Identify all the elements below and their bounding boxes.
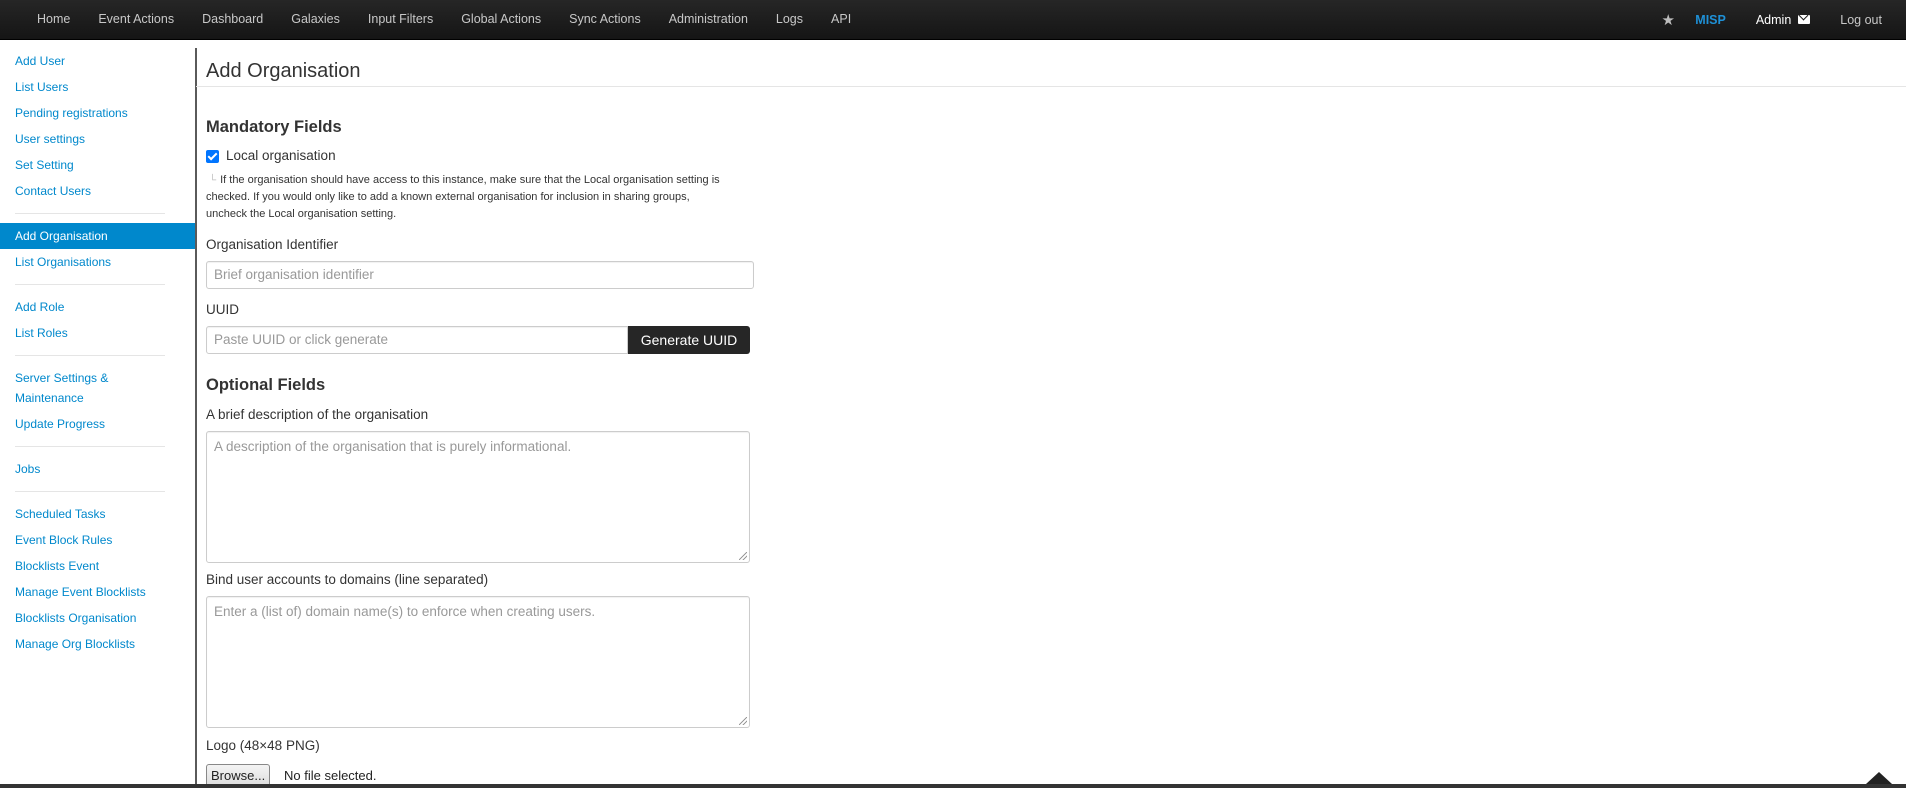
- top-navbar: Home Event Actions Dashboard Galaxies In…: [0, 0, 1906, 40]
- description-placeholder: A description of the organisation that i…: [214, 439, 572, 454]
- sidebar-item-add-user[interactable]: Add User: [0, 48, 195, 74]
- scroll-top-icon[interactable]: [1866, 772, 1892, 784]
- domains-textarea[interactable]: Enter a (list of) domain name(s) to enfo…: [206, 596, 750, 728]
- envelope-icon: [1798, 15, 1811, 24]
- sidebar-item-jobs[interactable]: Jobs: [0, 456, 195, 482]
- sidebar-item-event-block-rules[interactable]: Event Block Rules: [0, 527, 195, 553]
- sidebar-item-pending-registrations[interactable]: Pending registrations: [0, 100, 195, 126]
- main-menu: Home Event Actions Dashboard Galaxies In…: [23, 0, 865, 39]
- local-organisation-help: └ If the organisation should have access …: [206, 174, 720, 220]
- sidebar: Add User List Users Pending registration…: [0, 48, 197, 788]
- nav-global-actions[interactable]: Global Actions: [447, 0, 555, 39]
- nav-dashboard[interactable]: Dashboard: [188, 0, 277, 39]
- logout-link[interactable]: Log out: [1840, 13, 1882, 27]
- sidebar-item-manage-org-blocklists[interactable]: Manage Org Blocklists: [0, 631, 195, 657]
- user-menu: ★ MISP Admin Log out: [1653, 0, 1906, 39]
- nav-sync-actions[interactable]: Sync Actions: [555, 0, 655, 39]
- sidebar-item-update-progress[interactable]: Update Progress: [0, 411, 195, 437]
- sidebar-divider: [15, 213, 165, 214]
- sidebar-item-list-users[interactable]: List Users: [0, 74, 195, 100]
- sidebar-item-list-organisations[interactable]: List Organisations: [0, 249, 195, 275]
- nav-event-actions[interactable]: Event Actions: [84, 0, 188, 39]
- sidebar-item-set-setting[interactable]: Set Setting: [0, 152, 195, 178]
- title-divider: [196, 86, 1906, 87]
- user-name: Admin: [1755, 12, 1792, 27]
- sidebar-item-list-roles[interactable]: List Roles: [0, 320, 195, 346]
- org-identifier-input[interactable]: Brief organisation identifier: [206, 261, 754, 289]
- main-content: Add Organisation Mandatory Fields Local …: [196, 48, 1906, 788]
- optional-fields-heading: Optional Fields: [206, 376, 326, 394]
- description-textarea[interactable]: A description of the organisation that i…: [206, 431, 750, 563]
- sidebar-item-server-settings[interactable]: Server Settings & Maintenance: [0, 365, 140, 411]
- description-label: A brief description of the organisation: [206, 407, 429, 422]
- nav-logs[interactable]: Logs: [762, 0, 817, 39]
- sidebar-item-blocklists-event[interactable]: Blocklists Event: [0, 553, 195, 579]
- local-organisation-label: Local organisation: [226, 148, 336, 163]
- star-icon[interactable]: ★: [1653, 11, 1683, 29]
- page-title: Add Organisation: [206, 60, 361, 82]
- nav-input-filters[interactable]: Input Filters: [354, 0, 447, 39]
- bottom-bar: [0, 784, 1906, 788]
- sidebar-item-contact-users[interactable]: Contact Users: [0, 178, 195, 204]
- domains-placeholder: Enter a (list of) domain name(s) to enfo…: [214, 604, 596, 619]
- sidebar-item-manage-event-blocklists[interactable]: Manage Event Blocklists: [0, 579, 195, 605]
- sidebar-item-add-organisation[interactable]: Add Organisation: [0, 223, 195, 249]
- uuid-label: UUID: [206, 302, 239, 317]
- nav-galaxies[interactable]: Galaxies: [277, 0, 354, 39]
- sidebar-item-add-role[interactable]: Add Role: [0, 294, 195, 320]
- tree-branch-icon: └: [209, 175, 217, 186]
- org-identifier-label: Organisation Identifier: [206, 237, 339, 252]
- sidebar-item-user-settings[interactable]: User settings: [0, 126, 195, 152]
- local-organisation-checkbox[interactable]: [206, 150, 219, 163]
- mandatory-fields-heading: Mandatory Fields: [206, 118, 342, 136]
- sidebar-item-scheduled-tasks[interactable]: Scheduled Tasks: [0, 501, 195, 527]
- uuid-input[interactable]: Paste UUID or click generate: [206, 326, 628, 354]
- sidebar-item-blocklists-organisation[interactable]: Blocklists Organisation: [0, 605, 195, 631]
- nav-api[interactable]: API: [817, 0, 865, 39]
- sidebar-divider: [15, 355, 165, 356]
- brand-link[interactable]: MISP: [1695, 13, 1726, 27]
- user-account-link[interactable]: Admin: [1755, 12, 1811, 27]
- resize-handle[interactable]: [739, 717, 747, 725]
- domains-label: Bind user accounts to domains (line sepa…: [206, 572, 489, 587]
- nav-home[interactable]: Home: [23, 0, 84, 39]
- logo-label: Logo (48×48 PNG): [206, 738, 320, 753]
- sidebar-divider: [15, 446, 165, 447]
- resize-handle[interactable]: [739, 552, 747, 560]
- sidebar-divider: [15, 491, 165, 492]
- nav-administration[interactable]: Administration: [655, 0, 762, 39]
- sidebar-divider: [15, 284, 165, 285]
- generate-uuid-button[interactable]: Generate UUID: [628, 326, 750, 354]
